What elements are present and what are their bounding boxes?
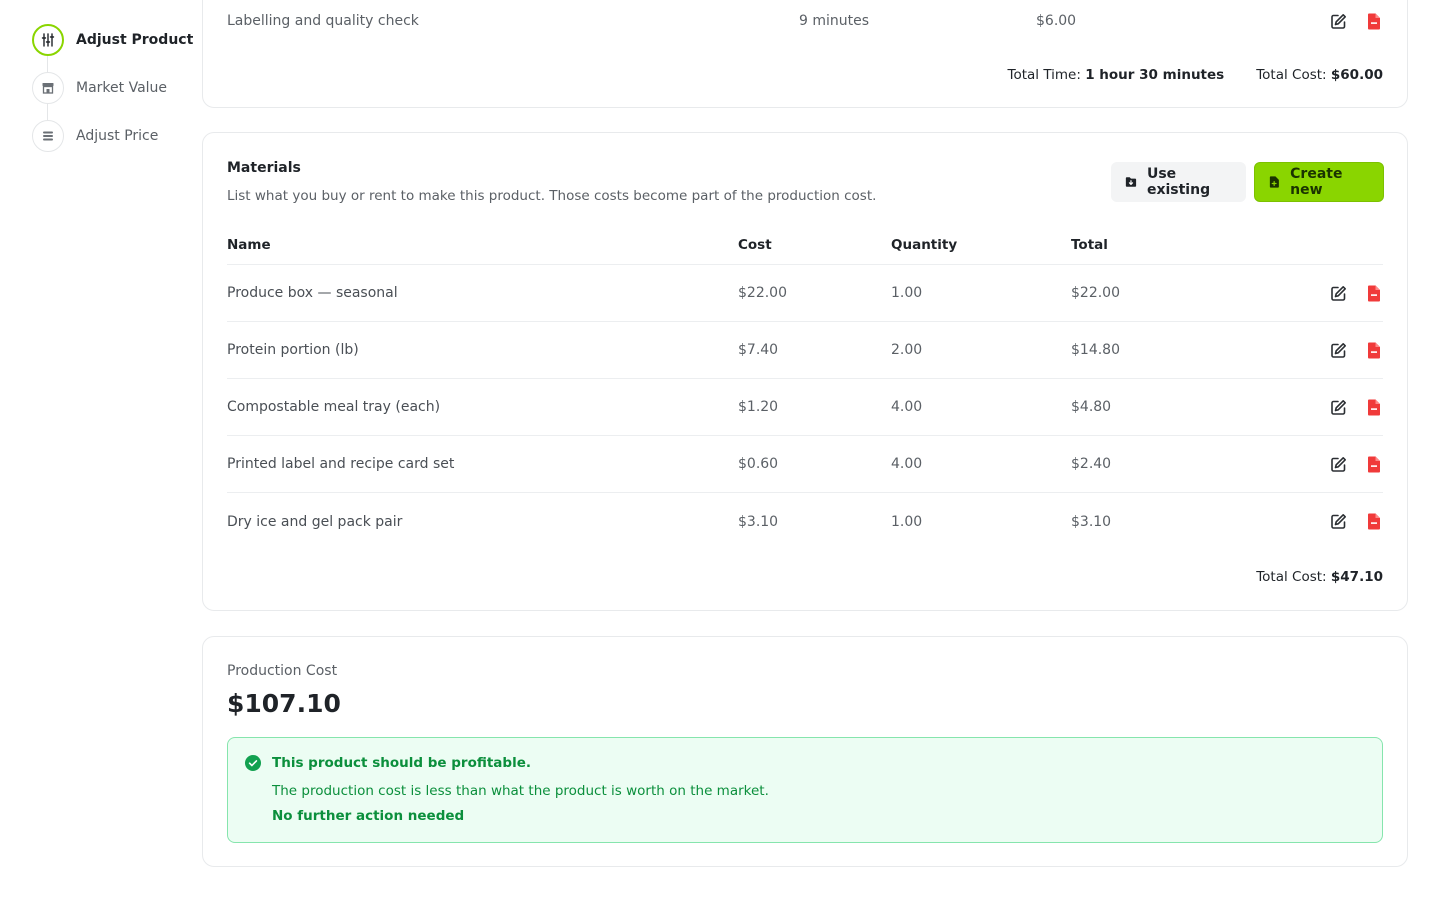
use-existing-label: Use existing — [1146, 166, 1211, 198]
row-actions — [1321, 341, 1383, 359]
edit-icon[interactable] — [1329, 341, 1347, 359]
total-cost-value: $47.10 — [1330, 569, 1383, 585]
price-list-icon — [32, 120, 64, 152]
create-new-label: Create new — [1290, 166, 1343, 198]
delete-file-icon[interactable] — [1365, 12, 1383, 30]
production-cost-value: $107.10 — [227, 689, 341, 718]
file-plus-icon — [1269, 176, 1279, 188]
column-header-name: Name — [227, 236, 271, 253]
material-cost: $0.60 — [738, 456, 779, 472]
material-cost: $1.20 — [738, 399, 779, 415]
row-actions — [1321, 284, 1383, 302]
material-name: Produce box — seasonal — [227, 285, 398, 301]
materials-card: Materials List what you buy or rent to m… — [202, 132, 1408, 611]
edit-icon[interactable] — [1329, 12, 1347, 30]
material-total: $22.00 — [1071, 285, 1120, 301]
row-actions — [1321, 398, 1383, 416]
table-row: Produce box — seasonal $22.00 1.00 $22.0… — [227, 265, 1383, 322]
step-label: Market Value — [76, 80, 168, 96]
table-header: Name Cost Quantity Total — [227, 225, 1383, 265]
edit-icon[interactable] — [1329, 513, 1347, 531]
table-row: Labelling and quality check 9 minutes $6… — [227, 11, 1383, 31]
delete-file-icon[interactable] — [1365, 284, 1383, 302]
labour-time: 9 minutes — [799, 13, 870, 29]
material-quantity: 1.00 — [891, 513, 923, 530]
row-actions — [1321, 455, 1383, 473]
sliders-icon — [32, 24, 64, 56]
step-market-value[interactable]: Market Value — [32, 72, 192, 104]
total-time: Total Time: 1 hour 30 minutes — [1008, 67, 1225, 83]
delete-file-icon[interactable] — [1365, 513, 1383, 531]
labour-cost: $6.00 — [1036, 13, 1077, 29]
material-name: Protein portion (lb) — [227, 342, 359, 358]
create-new-button[interactable]: Create new — [1254, 162, 1384, 202]
row-actions — [1329, 12, 1383, 30]
labour-totals: Total Time: 1 hour 30 minutes Total Cost… — [1008, 67, 1384, 83]
material-name: Printed label and recipe card set — [227, 456, 455, 472]
stepper-nav: Adjust Product Market Value Adjust Price — [32, 24, 194, 168]
edit-icon[interactable] — [1329, 284, 1347, 302]
material-cost: $7.40 — [738, 342, 779, 358]
check-circle-icon — [245, 755, 261, 775]
total-cost: Total Cost: $47.10 — [1256, 569, 1383, 585]
table-row: Compostable meal tray (each) $1.20 4.00 … — [227, 379, 1383, 436]
material-quantity: 4.00 — [891, 399, 923, 415]
material-total: $14.80 — [1071, 342, 1120, 358]
step-adjust-price[interactable]: Adjust Price — [32, 120, 192, 152]
profitability-alert: This product should be profitable. The p… — [227, 737, 1383, 843]
material-name: Compostable meal tray (each) — [227, 399, 441, 415]
material-quantity: 4.00 — [891, 456, 923, 472]
materials-title: Materials — [227, 160, 301, 176]
edit-icon[interactable] — [1329, 455, 1347, 473]
step-adjust-product[interactable]: Adjust Product — [32, 24, 194, 56]
labour-name: Labelling and quality check — [227, 13, 419, 29]
material-cost: $3.10 — [738, 513, 779, 530]
stepper-connector — [47, 56, 48, 72]
stepper-connector — [47, 104, 48, 120]
table-row: Dry ice and gel pack pair $3.10 1.00 $3.… — [227, 493, 1383, 550]
store-icon — [32, 72, 64, 104]
material-total: $2.40 — [1071, 456, 1112, 472]
folder-download-icon — [1125, 177, 1137, 187]
alert-text: The production cost is less than what th… — [272, 783, 769, 799]
materials-description: List what you buy or rent to make this p… — [227, 188, 877, 204]
material-total: $4.80 — [1071, 399, 1112, 415]
material-total: $3.10 — [1071, 513, 1112, 530]
total-cost-label: Total Cost: — [1256, 569, 1327, 585]
total-cost: Total Cost: $60.00 — [1256, 67, 1383, 83]
delete-file-icon[interactable] — [1365, 341, 1383, 359]
delete-file-icon[interactable] — [1365, 455, 1383, 473]
column-header-total: Total — [1071, 236, 1108, 253]
total-time-value: 1 hour 30 minutes — [1085, 67, 1225, 83]
column-header-quantity: Quantity — [891, 236, 958, 253]
materials-table: Name Cost Quantity Total Produce box — s… — [227, 225, 1383, 550]
column-header-cost: Cost — [738, 236, 772, 253]
production-cost-label: Production Cost — [227, 663, 338, 679]
total-cost-label: Total Cost: — [1256, 67, 1327, 83]
table-row: Protein portion (lb) $7.40 2.00 $14.80 — [227, 322, 1383, 379]
material-quantity: 1.00 — [891, 285, 923, 301]
step-label: Adjust Price — [76, 128, 159, 144]
edit-icon[interactable] — [1329, 398, 1347, 416]
materials-totals: Total Cost: $47.10 — [1256, 569, 1383, 585]
material-cost: $22.00 — [738, 285, 787, 301]
total-cost-value: $60.00 — [1330, 67, 1383, 83]
alert-title: This product should be profitable. — [272, 755, 531, 771]
labour-card: Labelling and quality check 9 minutes $6… — [202, 0, 1408, 108]
material-quantity: 2.00 — [891, 342, 923, 358]
use-existing-button[interactable]: Use existing — [1111, 162, 1246, 202]
step-label: Adjust Product — [76, 32, 194, 48]
table-row: Printed label and recipe card set $0.60 … — [227, 436, 1383, 493]
production-cost-card: Production Cost $107.10 This product sho… — [202, 636, 1408, 867]
total-time-label: Total Time: — [1007, 67, 1081, 83]
delete-file-icon[interactable] — [1365, 398, 1383, 416]
alert-action: No further action needed — [272, 808, 465, 824]
material-name: Dry ice and gel pack pair — [227, 513, 403, 530]
row-actions — [1321, 513, 1383, 531]
